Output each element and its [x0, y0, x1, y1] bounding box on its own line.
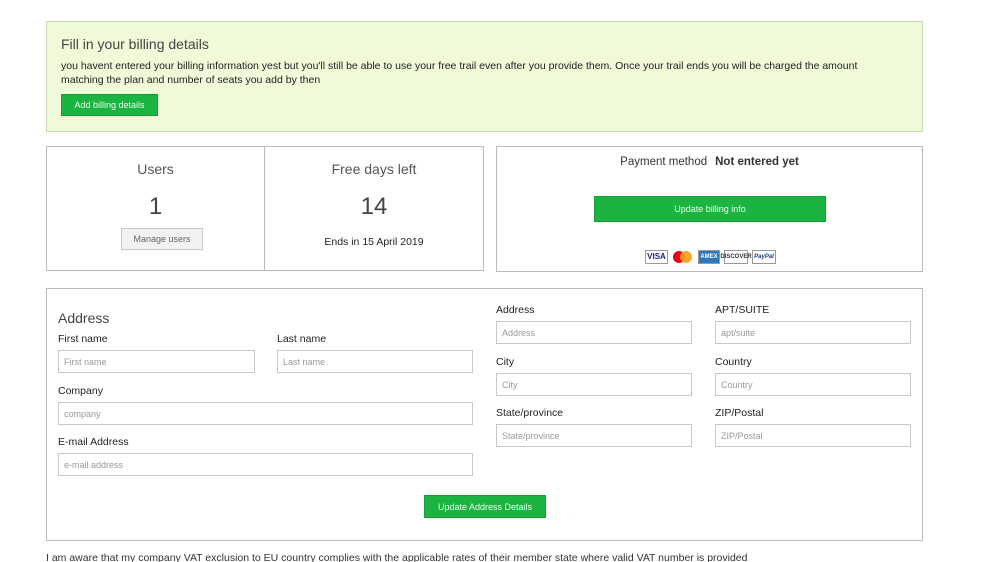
payment-method-line: Payment method Not entered yet — [497, 156, 922, 168]
users-label: Users — [137, 161, 174, 177]
apt-suite-label: APT/SUITE — [715, 304, 770, 316]
email-field[interactable]: e-mail address — [58, 453, 473, 476]
email-label: E-mail Address — [58, 436, 129, 448]
visa-icon: VISA — [645, 249, 668, 264]
zip-postal-label: ZIP/Postal — [715, 407, 764, 419]
amex-icon: AMEX — [698, 249, 720, 264]
users-column: Users 1 Manage users — [47, 147, 265, 270]
update-address-details-button[interactable]: Update Address Details — [424, 495, 546, 518]
first-name-label: First name — [58, 333, 108, 345]
street-address-field[interactable]: Address — [496, 321, 692, 344]
paypal-icon: PayPal — [752, 249, 776, 264]
country-label: Country — [715, 356, 752, 368]
city-label: City — [496, 356, 515, 368]
notice-title: Fill in your billing details — [61, 36, 209, 52]
apt-suite-field[interactable]: apt/suite — [715, 321, 911, 344]
trial-end-date: Ends in 15 April 2019 — [324, 236, 424, 248]
free-days-count: 14 — [360, 193, 388, 220]
notice-text: you havent entered your billing informat… — [61, 60, 858, 86]
payment-method-status: Not entered yet — [715, 156, 799, 168]
billing-notice: Fill in your billing details you havent … — [46, 21, 923, 132]
add-billing-details-button[interactable]: Add billing details — [61, 94, 158, 116]
payment-method-label: Payment method — [620, 156, 708, 168]
zip-postal-field[interactable]: ZIP/Postal — [715, 424, 911, 447]
state-province-label: State/province — [496, 407, 564, 419]
free-days-label: Free days left — [331, 161, 417, 177]
card-logos: VISA AMEX DISCOVER PayPal — [645, 248, 776, 265]
city-field[interactable]: City — [496, 373, 692, 396]
address-form: Address First name First name Last name … — [46, 288, 923, 541]
free-days-column: Free days left 14 Ends in 15 April 2019 — [265, 147, 483, 270]
country-field[interactable]: Country — [715, 373, 911, 396]
users-count: 1 — [148, 193, 163, 220]
last-name-label: Last name — [277, 333, 327, 345]
state-province-field[interactable]: State/province — [496, 424, 692, 447]
trial-stats-panel: Users 1 Manage users Free days left 14 E… — [46, 146, 484, 271]
mastercard-icon — [672, 249, 694, 264]
company-field[interactable]: company — [58, 402, 473, 425]
discover-icon: DISCOVER — [720, 249, 752, 264]
payment-method-panel: Payment method Not entered yet Update bil… — [496, 146, 923, 272]
last-name-field[interactable]: Last name — [277, 350, 473, 373]
address-section-title: Address — [58, 310, 110, 326]
vat-notice-text: I am aware that my company VAT exclusion… — [46, 552, 748, 562]
street-address-label: Address — [496, 304, 535, 316]
first-name-field[interactable]: First name — [58, 350, 255, 373]
company-label: Company — [58, 385, 103, 397]
manage-users-button[interactable]: Manage users — [121, 228, 203, 250]
update-billing-info-button[interactable]: Update billing info — [594, 196, 826, 222]
